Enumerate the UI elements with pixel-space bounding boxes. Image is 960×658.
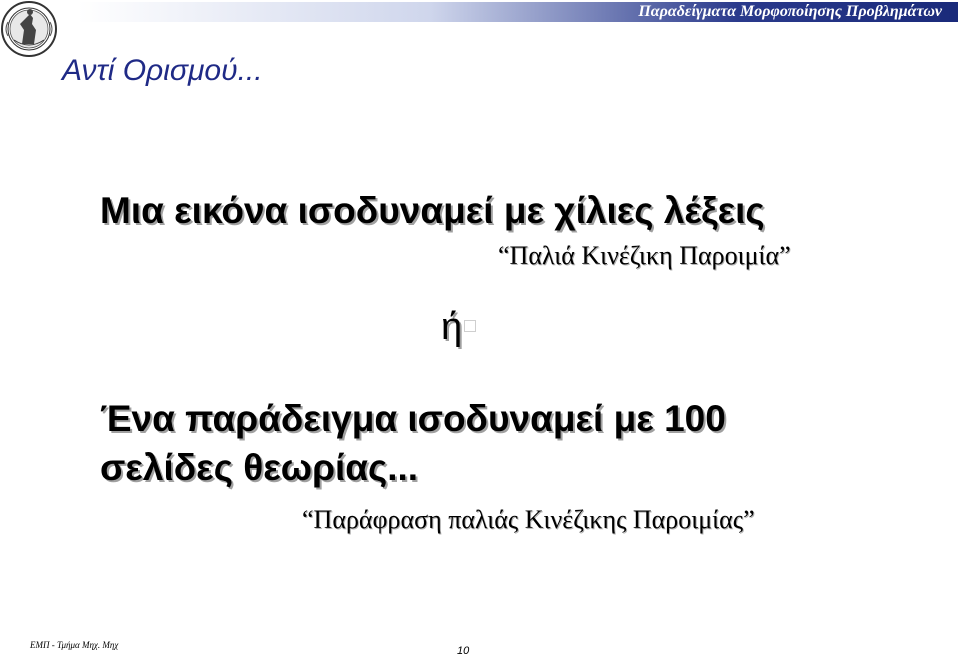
or-word: ή — [441, 306, 463, 348]
university-seal-icon — [0, 0, 58, 58]
page-number: 10 — [457, 645, 470, 657]
proverb-line: Μια εικόνα ισοδυναμεί με χίλιες λέξεις — [100, 190, 765, 231]
footer-department: ΕΜΠ - Τμήμα Μηχ. Μηχ — [30, 640, 119, 650]
paraphrase-attribution: “Παράφραση παλιάς Κινέζικης Παροιμίας” — [302, 505, 755, 534]
header-bar: Παραδείγματα Μορφοποίησης Προβλημάτων — [78, 2, 958, 22]
paraphrase-line-1: Ένα παράδειγμα ισοδυναμεί με 100 — [100, 398, 726, 439]
placeholder-box — [464, 320, 476, 332]
paraphrase-line-2: σελίδες θεωρίας... — [100, 447, 419, 488]
slide-subtitle: Αντί Ορισμού... — [62, 54, 263, 87]
proverb-attribution: “Παλιά Κινέζικη Παροιμία” — [498, 241, 791, 270]
header-title: Παραδείγματα Μορφοποίησης Προβλημάτων — [638, 3, 942, 20]
